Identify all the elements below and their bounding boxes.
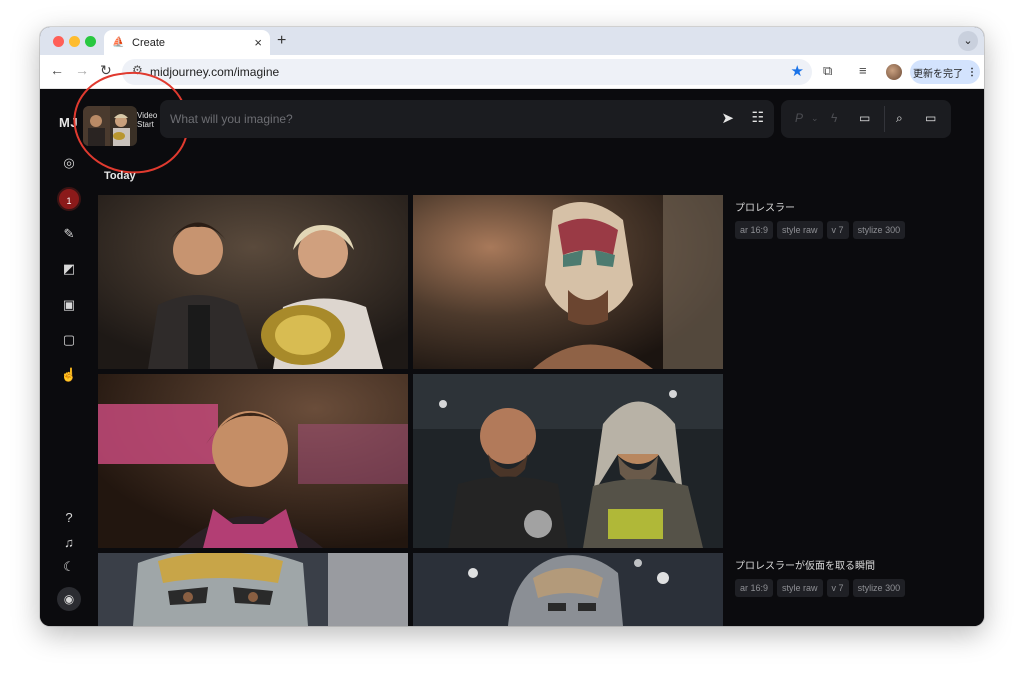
close-tab-icon[interactable]: ×: [254, 35, 262, 50]
send-icon[interactable]: ➤: [721, 109, 734, 127]
address-bar[interactable]: ⚙ midjourney.com/imagine ★: [122, 59, 812, 85]
divider: [884, 106, 885, 132]
close-window-button[interactable]: [53, 36, 64, 47]
tab-search-icon[interactable]: ⌄: [958, 31, 978, 51]
new-tab-button[interactable]: +: [277, 32, 286, 50]
job-params: ar 16:9 style raw v 7 stylize 300: [735, 579, 906, 597]
update-button-label: 更新を完了: [913, 68, 963, 80]
messages-icon[interactable]: ▢: [60, 331, 78, 349]
param-chip[interactable]: stylize 300: [852, 221, 906, 239]
section-heading-today: Today: [104, 170, 136, 182]
extensions-icon[interactable]: ⧉: [823, 63, 832, 79]
param-chip[interactable]: v 7: [826, 579, 849, 597]
create-icon[interactable]: ✎: [60, 225, 78, 243]
job-params: ar 16:9 style raw v 7 stylize 300: [735, 221, 906, 239]
param-chip[interactable]: v 7: [826, 221, 849, 239]
bell-icon[interactable]: ♫: [60, 534, 78, 552]
bookmark-star-icon[interactable]: ★: [791, 62, 804, 80]
job-prompt[interactable]: プロレスラーが仮面を取る瞬間: [735, 557, 875, 572]
forward-icon[interactable]: →: [75, 62, 89, 78]
midjourney-app: MJ Video Start What will you imagine? ➤ …: [40, 64, 984, 626]
prompt-bar[interactable]: What will you imagine? ➤ ☷: [160, 100, 774, 138]
back-icon[interactable]: ←: [50, 62, 64, 78]
search-icon[interactable]: ⌕: [896, 111, 903, 126]
param-chip[interactable]: stylize 300: [852, 579, 906, 597]
param-chip[interactable]: style raw: [777, 579, 823, 597]
favicon-icon: ⛵: [112, 37, 125, 48]
tool-panel: P ⌄ ϟ ▭ ⌕ ▭: [781, 100, 951, 138]
notification-badge[interactable]: 1: [57, 187, 81, 211]
image-tile[interactable]: [413, 195, 723, 369]
folder-icon[interactable]: ▭: [925, 111, 936, 125]
job-prompt[interactable]: プロレスラー: [735, 199, 795, 214]
browser-window: ⛵ Create × + ⌄ ← → ↻ ⚙ midjourney.com/im…: [40, 27, 984, 626]
image-tile[interactable]: [98, 553, 408, 626]
image-tile[interactable]: [413, 374, 723, 548]
minimize-window-button[interactable]: [69, 36, 80, 47]
image-tile[interactable]: [413, 553, 723, 626]
chat-icon[interactable]: ▭: [859, 111, 870, 125]
image-tile[interactable]: [98, 374, 408, 548]
edit-icon[interactable]: ◩: [60, 260, 78, 278]
sliders-icon[interactable]: ☷: [751, 109, 764, 126]
browser-toolbar: ← → ↻ ⚙ midjourney.com/imagine ★ ⧉ ≡ 更新を…: [40, 55, 984, 89]
tab-create[interactable]: ⛵ Create ×: [104, 30, 270, 55]
prompt-input[interactable]: What will you imagine?: [170, 112, 293, 126]
image-tile[interactable]: [98, 195, 408, 369]
likes-icon[interactable]: ☝: [60, 366, 78, 384]
param-chip[interactable]: ar 16:9: [735, 579, 774, 597]
zoom-window-button[interactable]: [85, 36, 96, 47]
help-icon[interactable]: ?: [60, 509, 78, 527]
tab-title: Create: [132, 36, 166, 49]
profile-avatar[interactable]: [886, 64, 902, 80]
tab-strip: ⛵ Create × + ⌄: [40, 27, 984, 55]
more-menu-icon[interactable]: ⋮: [967, 67, 977, 78]
user-icon[interactable]: ◉: [57, 587, 81, 611]
personalize-icon[interactable]: P: [795, 111, 803, 125]
reading-list-icon[interactable]: ≡: [859, 63, 867, 78]
url-text[interactable]: midjourney.com/imagine: [150, 65, 279, 79]
chevron-down-icon[interactable]: ⌄: [811, 113, 819, 124]
speed-icon[interactable]: ϟ: [831, 111, 837, 125]
param-chip[interactable]: style raw: [777, 221, 823, 239]
gallery-icon[interactable]: ▣: [60, 296, 78, 314]
param-chip[interactable]: ar 16:9: [735, 221, 774, 239]
moon-icon[interactable]: ☾: [60, 558, 78, 576]
explore-icon[interactable]: ◎: [60, 154, 78, 172]
update-button[interactable]: 更新を完了 ⋮: [910, 60, 980, 84]
